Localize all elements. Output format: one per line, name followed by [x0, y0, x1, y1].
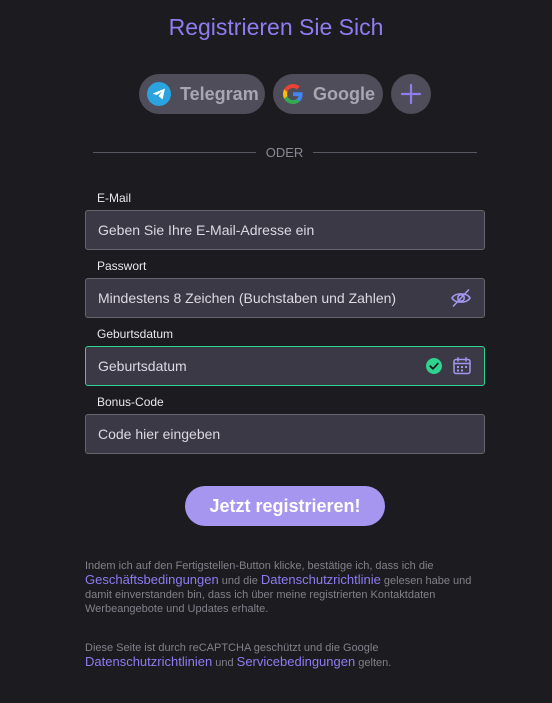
email-placeholder: Geben Sie Ihre E-Mail-Adresse ein: [98, 222, 315, 238]
terms-link[interactable]: Geschäftsbedingungen: [85, 572, 219, 587]
google-login-button[interactable]: Google: [273, 74, 383, 114]
check-circle-icon: [426, 358, 442, 374]
password-field[interactable]: Mindestens 8 Zeichen (Buchstaben und Zah…: [85, 278, 485, 318]
telegram-label: Telegram: [180, 83, 259, 104]
telegram-icon: [147, 82, 171, 106]
divider-right: [313, 152, 477, 153]
more-login-options-button[interactable]: [391, 74, 431, 114]
terms-text: Indem ich auf den Fertigstellen-Button k…: [85, 559, 495, 616]
birthdate-label: Geburtsdatum: [97, 327, 174, 341]
bonus-code-label: Bonus-Code: [97, 395, 164, 409]
divider-label: ODER: [265, 145, 304, 160]
email-field[interactable]: Geben Sie Ihre E-Mail-Adresse ein: [85, 210, 485, 250]
recaptcha-prefix: Diese Seite ist durch reCAPTCHA geschütz…: [85, 642, 379, 654]
bonus-code-field[interactable]: Code hier eingeben: [85, 414, 485, 454]
password-placeholder: Mindestens 8 Zeichen (Buchstaben und Zah…: [98, 290, 397, 306]
plus-icon: [400, 83, 422, 105]
eye-off-icon[interactable]: [450, 287, 472, 309]
telegram-login-button[interactable]: Telegram: [139, 74, 265, 114]
terms-prefix: Indem ich auf den Fertigstellen-Button k…: [85, 560, 434, 572]
google-icon: [281, 82, 305, 106]
google-terms-link[interactable]: Servicebedingungen: [237, 654, 356, 669]
birthdate-field[interactable]: Geburtsdatum: [85, 346, 485, 386]
birthdate-placeholder: Geburtsdatum: [98, 358, 187, 374]
page-title: Registrieren Sie Sich: [168, 14, 384, 40]
privacy-link[interactable]: Datenschutzrichtlinie: [261, 572, 381, 587]
bonus-code-placeholder: Code hier eingeben: [98, 426, 221, 442]
calendar-icon[interactable]: [452, 356, 472, 376]
recaptcha-mid: und: [212, 657, 237, 669]
google-privacy-link[interactable]: Datenschutzrichtlinien: [85, 654, 212, 669]
email-label: E-Mail: [97, 191, 132, 205]
password-label: Passwort: [97, 259, 147, 273]
recaptcha-suffix: gelten.: [355, 657, 392, 669]
divider-left: [93, 152, 256, 153]
register-button[interactable]: Jetzt registrieren!: [185, 486, 385, 526]
terms-mid: und die: [218, 575, 261, 587]
recaptcha-text: Diese Seite ist durch reCAPTCHA geschütz…: [85, 641, 495, 670]
google-label: Google: [313, 83, 375, 104]
